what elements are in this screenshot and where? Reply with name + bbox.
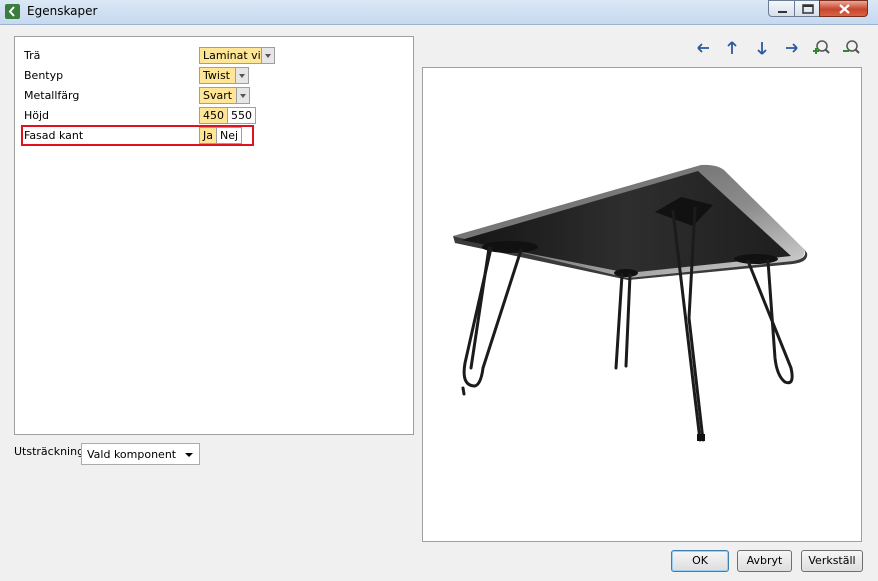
highlight-box	[21, 125, 254, 146]
arrow-down-icon[interactable]	[752, 39, 772, 57]
wood-select-value: Laminat vit	[203, 49, 266, 62]
minimize-button[interactable]	[768, 0, 795, 17]
leg-type-select-value: Twist	[203, 69, 230, 82]
extent-select[interactable]: Vald komponent	[81, 443, 200, 465]
property-row-hojd: Höjd 450 550	[15, 106, 413, 126]
chevron-down-icon[interactable]	[235, 68, 248, 83]
arrow-right-icon[interactable]	[782, 39, 802, 57]
extent-select-value: Vald komponent	[87, 448, 177, 461]
leg-type-select[interactable]: Twist	[199, 67, 249, 84]
height-option-450[interactable]: 450	[199, 107, 228, 124]
wood-select[interactable]: Laminat vit	[199, 47, 275, 64]
title-bar: Egenskaper	[0, 0, 878, 25]
chevron-down-icon[interactable]	[236, 88, 249, 103]
metal-color-select-value: Svart	[203, 89, 233, 102]
maximize-button[interactable]	[794, 0, 820, 17]
preview-pane[interactable]	[422, 67, 862, 542]
property-row-metallfarg: Metallfärg Svart	[15, 86, 413, 106]
table-3d-render	[453, 164, 808, 442]
property-row-tra: Trä Laminat vit	[15, 46, 413, 66]
window-title: Egenskaper	[27, 4, 98, 18]
property-label: Höjd	[24, 109, 50, 122]
arrow-left-icon[interactable]	[694, 39, 714, 57]
zoom-in-icon[interactable]	[811, 39, 831, 57]
chevron-down-icon[interactable]	[261, 48, 274, 63]
height-toggle[interactable]: 450 550	[199, 107, 256, 124]
property-label: Metallfärg	[24, 89, 80, 102]
property-panel: Trä Laminat vit Bentyp Twist Metallfärg …	[14, 36, 414, 435]
apply-button[interactable]: Verkställ	[801, 550, 863, 572]
property-label: Trä	[24, 49, 41, 62]
extent-label: Utsträckning	[14, 445, 85, 458]
zoom-out-icon[interactable]	[841, 39, 861, 57]
ok-button[interactable]: OK	[671, 550, 729, 572]
metal-color-select[interactable]: Svart	[199, 87, 250, 104]
cancel-button[interactable]: Avbryt	[737, 550, 792, 572]
property-row-bentyp: Bentyp Twist	[15, 66, 413, 86]
height-option-550[interactable]: 550	[228, 107, 256, 124]
property-label: Bentyp	[24, 69, 64, 82]
close-button[interactable]	[819, 0, 868, 17]
chevron-down-icon[interactable]	[185, 453, 193, 457]
arrow-up-icon[interactable]	[722, 39, 742, 57]
app-icon	[5, 4, 20, 19]
